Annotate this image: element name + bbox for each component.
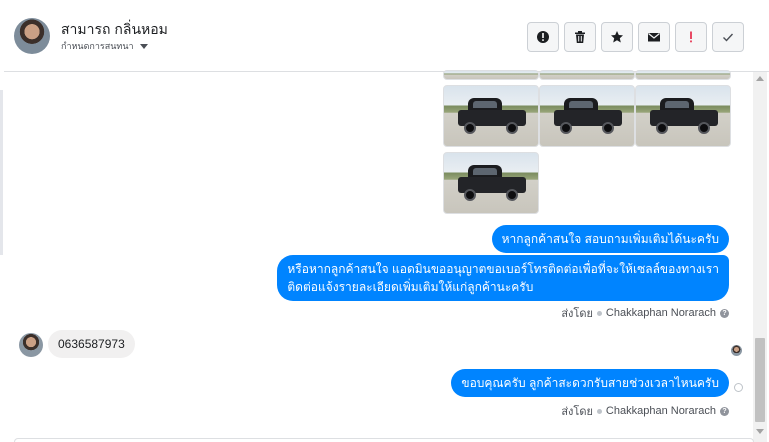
envelope-icon (648, 33, 660, 42)
message-composer[interactable] (14, 438, 754, 442)
sender-name[interactable]: Chakkaphan Norarach (606, 405, 716, 417)
contact-avatar[interactable] (14, 18, 50, 54)
exclamation-circle-icon (537, 31, 549, 43)
important-button[interactable] (675, 22, 707, 52)
chevron-down-icon (139, 43, 148, 49)
help-icon[interactable]: ? (720, 308, 729, 318)
report-button[interactable] (527, 22, 559, 52)
sent-by-prefix: ส่งโดย (561, 308, 593, 320)
truck-photo[interactable] (539, 70, 635, 80)
exclamation-icon (690, 31, 692, 43)
sent-by-label: ส่งโดย Chakkaphan Norarach ? (561, 402, 729, 420)
sent-message[interactable]: หรือหากลูกค้าสนใจ แอดมินขออนุญาตขอเบอร์โ… (277, 255, 729, 301)
message-text: หากลูกค้าสนใจ สอบถามเพิ่มเติมได้นะครับ (501, 232, 719, 246)
message-text: 0636587973 (58, 337, 125, 351)
delete-button[interactable] (564, 22, 596, 52)
truck-photo[interactable] (635, 85, 731, 147)
conversation-header: สามารถ กลิ่นหอม กำหนดการสนทนา (4, 0, 769, 72)
scroll-up-arrow-icon[interactable] (756, 76, 764, 81)
truck-photo[interactable] (443, 70, 539, 80)
truck-photo[interactable] (443, 152, 539, 214)
sender-avatar (596, 310, 602, 316)
message-text: ติดต่อแจ้งรายละเอียดเพิ่มเติมให้แก่ลูกค้… (287, 280, 534, 294)
star-icon (611, 31, 623, 43)
conversation-status-dropdown[interactable]: กำหนดการสนทนา (61, 39, 148, 53)
contact-avatar-small[interactable] (19, 333, 43, 357)
sent-message[interactable]: หากลูกค้าสนใจ สอบถามเพิ่มเติมได้นะครับ (491, 225, 729, 253)
contact-name[interactable]: สามารถ กลิ่นหอม (61, 19, 168, 41)
sender-avatar (596, 408, 602, 414)
seen-avatar (731, 345, 742, 356)
mark-unread-button[interactable] (638, 22, 670, 52)
help-icon[interactable]: ? (720, 406, 729, 416)
scroll-down-arrow-icon[interactable] (756, 429, 764, 434)
left-panel-edge (0, 90, 3, 255)
sent-message[interactable]: ขอบคุณครับ ลูกค้าสะดวกรับสายช่วงเวลาไหนค… (451, 369, 729, 397)
star-button[interactable] (601, 22, 633, 52)
truck-photo[interactable] (443, 85, 539, 147)
scrollbar-thumb[interactable] (755, 338, 765, 422)
truck-photo[interactable] (539, 85, 635, 147)
truck-photo[interactable] (635, 70, 731, 80)
sent-by-label: ส่งโดย Chakkaphan Norarach ? (561, 304, 729, 322)
header-actions (527, 22, 744, 52)
checkmark-icon (723, 33, 734, 42)
sent-status-icon (734, 383, 743, 392)
sender-name[interactable]: Chakkaphan Norarach (606, 307, 716, 319)
trash-icon (575, 31, 585, 43)
message-text: ขอบคุณครับ ลูกค้าสะดวกรับสายช่วงเวลาไหนค… (461, 376, 719, 390)
done-button[interactable] (712, 22, 744, 52)
received-message[interactable]: 0636587973 (48, 330, 135, 358)
message-text: หรือหากลูกค้าสนใจ แอดมินขออนุญาตขอเบอร์โ… (287, 262, 719, 276)
conversation-status-label: กำหนดการสนทนา (61, 41, 134, 51)
sent-by-prefix: ส่งโดย (561, 406, 593, 418)
